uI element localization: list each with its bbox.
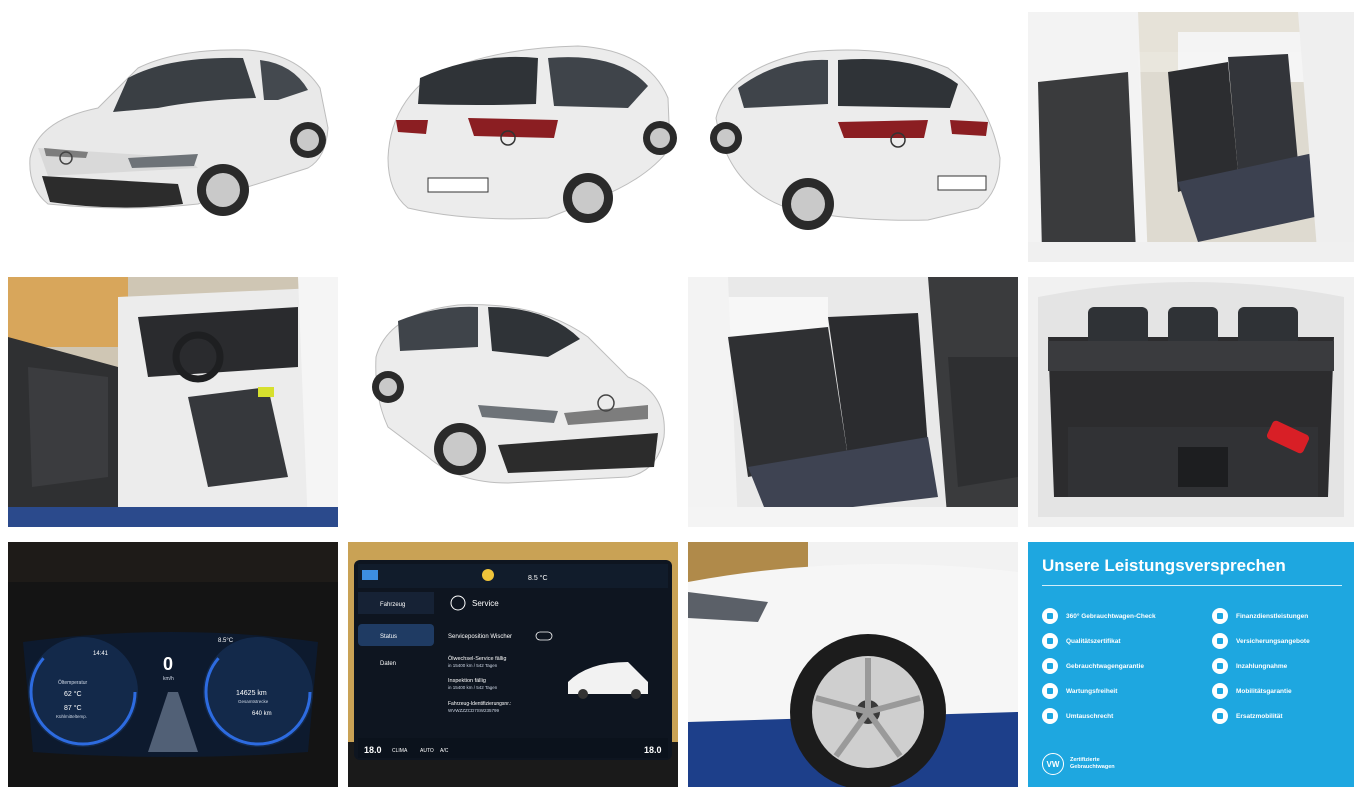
nav-status: Status — [380, 634, 397, 640]
cluster-range: 640 km — [252, 711, 272, 717]
front-interior-illustration — [8, 277, 338, 527]
cluster-oil-temp: 62 °C — [64, 690, 82, 698]
feature-label: Umtauschrecht — [1066, 712, 1114, 720]
photo-rear-left-exterior[interactable] — [348, 8, 678, 262]
wrench-icon — [1042, 683, 1058, 699]
cluster-coolant-label: Kühlmitteltemp. — [56, 714, 87, 719]
car-icon — [1212, 683, 1228, 699]
car-front-left-illustration — [8, 8, 338, 262]
promo-card[interactable]: Unsere Leistungsversprechen 360° Gebrauc… — [1028, 542, 1354, 787]
photo-infotainment-screen[interactable]: 8.5 °C Fahrzeug Status Daten Service Ser… — [348, 542, 678, 787]
ac-label: A/C — [440, 748, 449, 754]
photo-gallery: 14:41 8.5°C 0 km/h Öltemperatur 62 °C 87… — [0, 0, 1355, 787]
screen-temp: 8.5 °C — [528, 574, 548, 582]
feature-label: 360° Gebrauchtwagen-Check — [1066, 612, 1156, 620]
photo-rear-seats[interactable] — [1028, 12, 1354, 262]
feature-label: Qualitätszertifikat — [1066, 637, 1121, 645]
feature-maintenance: Wartungsfreiheit — [1042, 683, 1117, 699]
cluster-speed: 0 — [163, 654, 173, 674]
climate-label: CLIMA — [392, 748, 408, 754]
wheel-closeup-illustration — [688, 542, 1018, 787]
photo-front-right-exterior[interactable] — [348, 277, 678, 527]
feature-label: Wartungsfreiheit — [1066, 687, 1118, 695]
insurance-icon — [1212, 633, 1228, 649]
feature-check: 360° Gebrauchtwagen-Check — [1042, 608, 1156, 624]
cluster-coolant-temp: 87 °C — [64, 704, 82, 712]
feature-label: Gebrauchtwagengarantie — [1066, 662, 1145, 670]
cluster-odometer-label: Gesamtstrecke — [238, 699, 269, 704]
nav-data: Daten — [380, 661, 396, 667]
feature-trade-in: Inzahlungnahme — [1212, 658, 1287, 674]
promo-content: Unsere Leistungsversprechen 360° Gebrauc… — [1028, 542, 1354, 787]
vin-label: Fahrzeug-Identifizierungsnr.: — [448, 701, 511, 707]
rear-seats-right-illustration — [688, 277, 1018, 527]
feature-exchange: Umtauschrecht — [1042, 708, 1113, 724]
oil-service-detail: in 15400 km / 542 Tagen — [448, 663, 498, 668]
car-rear-right-illustration — [688, 8, 1018, 262]
photo-rear-seats-right[interactable] — [688, 277, 1018, 527]
car-front-right-illustration — [348, 277, 678, 527]
cluster-speed-unit: km/h — [163, 676, 174, 682]
feature-warranty: Gebrauchtwagengarantie — [1042, 658, 1144, 674]
feature-label: Ersatzmobilität — [1236, 712, 1283, 720]
cluster-outside-temp: 8.5°C — [218, 638, 234, 644]
check-icon — [1042, 608, 1058, 624]
vw-logo-icon: VW — [1042, 753, 1064, 775]
promo-title: Unsere Leistungsversprechen — [1042, 556, 1286, 575]
rear-seats-illustration — [1028, 12, 1354, 262]
inspection-detail: in 15400 km / 542 Tagen — [448, 685, 498, 690]
instrument-cluster: 14:41 8.5°C 0 km/h Öltemperatur 62 °C 87… — [8, 542, 338, 787]
car-rear-left-illustration — [348, 8, 678, 262]
feature-label: Inzahlungnahme — [1236, 662, 1288, 670]
photo-open-trunk[interactable] — [1028, 277, 1354, 527]
service-position: Serviceposition Wischer — [448, 634, 512, 640]
inspection: Inspektion fällig — [448, 678, 486, 684]
photo-front-wheel[interactable] — [688, 542, 1018, 787]
screen-title: Service — [472, 599, 499, 608]
oil-service: Ölwechsel-Service fällig — [448, 655, 506, 662]
feature-mobility-guarantee: Mobilitätsgarantie — [1212, 683, 1292, 699]
trade-in-icon — [1212, 658, 1228, 674]
certified-logo-text: Zertifizierte Gebrauchtwagen — [1070, 757, 1115, 770]
feature-certificate: Qualitätszertifikat — [1042, 633, 1121, 649]
cluster-odometer: 14625 km — [236, 690, 267, 697]
photo-instrument-cluster[interactable]: 14:41 8.5°C 0 km/h Öltemperatur 62 °C 87… — [8, 542, 338, 787]
promo-divider — [1042, 585, 1342, 586]
photo-front-left-exterior[interactable] — [8, 8, 338, 262]
vin-number: WVWZZZCD7SW235799 — [448, 708, 500, 713]
certificate-icon — [1042, 633, 1058, 649]
trunk-illustration — [1028, 277, 1354, 527]
feature-label: Mobilitätsgarantie — [1236, 687, 1292, 695]
feature-insurance: Versicherungsangebote — [1212, 633, 1310, 649]
certified-logo: VW Zertifizierte Gebrauchtwagen — [1042, 753, 1115, 775]
climate-temp-right: 18.0 — [644, 745, 662, 755]
feature-finance: Finanzdienstleistungen — [1212, 608, 1308, 624]
cluster-oil-label: Öltemperatur — [58, 679, 88, 686]
feature-replacement: Ersatzmobilität — [1212, 708, 1283, 724]
cluster-time: 14:41 — [93, 651, 109, 657]
climate-temp-left: 18.0 — [364, 745, 382, 755]
finance-icon — [1212, 608, 1228, 624]
infotainment-screen: 8.5 °C Fahrzeug Status Daten Service Ser… — [348, 542, 678, 787]
shield-icon — [1042, 658, 1058, 674]
photo-rear-right-exterior[interactable] — [688, 8, 1018, 262]
replacement-icon — [1212, 708, 1228, 724]
nav-vehicle: Fahrzeug — [380, 602, 405, 608]
exchange-icon — [1042, 708, 1058, 724]
feature-label: Versicherungsangebote — [1236, 637, 1310, 645]
auto-label: AUTO — [420, 748, 434, 754]
feature-label: Finanzdienstleistungen — [1236, 612, 1309, 620]
photo-front-interior[interactable] — [8, 277, 338, 527]
